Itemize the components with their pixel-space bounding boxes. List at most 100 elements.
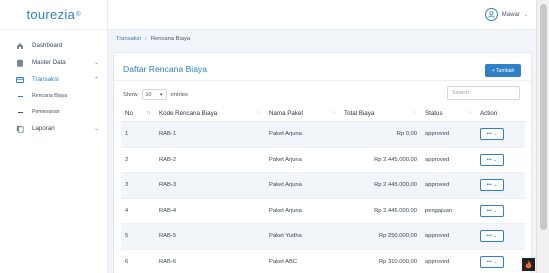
cell-paket: Paket Arjuna <box>269 182 302 189</box>
sidebar-item-label: Dashboard <box>32 42 63 49</box>
column-header-label: Action <box>480 109 498 117</box>
cell-no: 1 <box>125 131 129 138</box>
chevron-down-icon: ⌄ <box>493 131 498 138</box>
breadcrumb-link-transaksi[interactable]: Transaksi <box>116 36 141 42</box>
table-row: 4 RAB-4 Paket Arjuna Rp 2.445.000,00 pen… <box>121 199 525 224</box>
chevron-down-icon: ▾ <box>160 91 163 98</box>
cell-kode: RAB-4 <box>159 207 177 214</box>
chevron-down-icon: ⌄ <box>493 182 498 189</box>
cell-action: ••• ⌄ <box>476 122 525 147</box>
user-menu[interactable]: Mawar ⌄ <box>484 8 528 21</box>
breadcrumb-current: Rencana Biaya <box>150 36 191 42</box>
cell-status: approved <box>425 233 450 240</box>
column-header-paket[interactable]: Nama Paket ↑↓ <box>265 105 340 122</box>
cell-status: pengajuan <box>425 207 453 214</box>
sidebar-subitem-pemesanan[interactable]: Pemesanan <box>0 104 107 120</box>
column-header-label: Kode Rencana Biaya <box>159 109 218 117</box>
cell-paket: Paket ABC <box>269 258 298 265</box>
action-dropdown-button[interactable]: ••• ⌄ <box>480 153 504 166</box>
cell-kode: RAB-2 <box>159 156 177 163</box>
sort-icon: ↑↓ <box>256 110 261 116</box>
dash-icon <box>18 95 23 97</box>
search-input[interactable]: Search <box>447 86 520 100</box>
action-dropdown-button[interactable]: ••• ⌄ <box>480 179 504 192</box>
cell-kode: RAB-1 <box>159 131 177 138</box>
action-dropdown-button[interactable]: ••• ⌄ <box>480 255 504 268</box>
entries-label: entries <box>170 91 188 98</box>
action-dropdown-button[interactable]: ••• ⌄ <box>480 230 504 243</box>
sidebar-item-master-data[interactable]: Master Data ⌄ <box>0 54 107 71</box>
user-icon <box>484 8 498 21</box>
cell-paket: Paket Arjuna <box>269 207 302 214</box>
action-dropdown-label: ••• <box>486 131 492 138</box>
column-header-kode[interactable]: Kode Rencana Biaya ↑↓ <box>155 105 265 122</box>
page-scrollbar[interactable] <box>536 0 549 273</box>
rencana-biaya-card: Daftar Rencana Biaya + Tambah Show 10 ▾ … <box>113 52 532 273</box>
breadcrumb: Transaksi › Rencana Biaya <box>108 30 536 48</box>
cell-total: Rp 310.000,00 <box>378 258 417 265</box>
entries-value: 10 <box>145 91 152 98</box>
cell-action: ••• ⌄ <box>476 173 525 198</box>
cell-no: 6 <box>125 258 129 265</box>
add-button[interactable]: + Tambah <box>485 64 521 77</box>
action-dropdown-button[interactable]: ••• ⌄ <box>480 204 504 217</box>
action-dropdown-button[interactable]: ••• ⌄ <box>480 128 504 141</box>
column-header-status[interactable]: Status ↑↓ <box>421 105 476 122</box>
topbar: Mawar ⌄ <box>108 0 536 30</box>
chevron-down-icon: ⌄ <box>493 258 498 265</box>
cell-total: Rp 0,00 <box>396 131 417 138</box>
sort-icon: ↑↓ <box>146 110 151 116</box>
table-row: 3 RAB-3 Paket Arjuna Rp 2.445.000,00 app… <box>121 173 525 199</box>
cell-action: ••• ⌄ <box>476 199 525 224</box>
sidebar-item-transaksi[interactable]: Transaksi ⌃ <box>0 71 107 88</box>
sidebar-item-label: Master Data <box>32 59 66 66</box>
dash-icon <box>18 111 23 113</box>
column-header-label: Status <box>425 109 443 117</box>
card-icon <box>16 76 24 84</box>
cell-paket: Paket Arjuna <box>269 156 302 163</box>
sidebar-item-dashboard[interactable]: Dashboard <box>0 37 107 54</box>
home-icon <box>16 42 24 50</box>
column-header-label: No <box>125 109 133 117</box>
sort-icon: ↑↓ <box>331 110 336 116</box>
column-header-no[interactable]: No ↑↓ <box>121 105 155 122</box>
scrollbar-thumb[interactable] <box>540 4 547 230</box>
cell-no: 5 <box>125 233 129 240</box>
sidebar: tourezia ® Dashboard Master Data ⌄ Trans… <box>0 0 108 273</box>
table-header: No ↑↓ Kode Rencana Biaya ↑↓ Nama Paket ↑… <box>121 105 525 122</box>
chevron-down-icon: ⌄ <box>493 233 498 240</box>
sidebar-subitem-rencana-biaya[interactable]: Rencana Biaya <box>0 88 107 104</box>
copy-icon <box>16 125 24 133</box>
column-header-total[interactable]: Total Biaya ↑↓ <box>340 105 421 122</box>
cell-kode: RAB-6 <box>159 258 177 265</box>
brand-logo[interactable]: tourezia ® <box>0 0 107 30</box>
action-dropdown-label: ••• <box>486 156 492 163</box>
show-label: Show <box>123 91 138 98</box>
column-header-label: Total Biaya <box>344 109 375 117</box>
cell-no: 3 <box>125 182 129 189</box>
cell-paket: Paket Yudha <box>269 233 302 240</box>
card-divider <box>114 80 531 81</box>
rencana-biaya-table: No ↑↓ Kode Rencana Biaya ↑↓ Nama Paket ↑… <box>121 105 525 273</box>
flame-icon[interactable] <box>522 258 535 271</box>
cell-paket: Paket Arjuna <box>269 131 302 138</box>
sidebar-item-label: Laporan <box>32 125 55 132</box>
chevron-down-icon: ⌄ <box>523 11 528 18</box>
brand-name: tourezia <box>26 7 76 22</box>
brand-mark: ® <box>76 11 81 18</box>
action-dropdown-label: ••• <box>486 207 492 214</box>
cell-status: approved <box>425 131 450 138</box>
cell-status: approved <box>425 156 450 163</box>
page-title: Daftar Rencana Biaya <box>123 64 208 74</box>
entries-select[interactable]: 10 ▾ <box>141 89 167 100</box>
chevron-down-icon: ⌄ <box>93 60 99 66</box>
sidebar-item-label: Transaksi <box>32 76 59 83</box>
cell-no: 2 <box>125 156 129 163</box>
sort-icon: ↑↓ <box>412 110 417 116</box>
cell-kode: RAB-3 <box>159 182 177 189</box>
cell-status: approved <box>425 182 450 189</box>
sidebar-item-laporan[interactable]: Laporan ⌄ <box>0 120 107 137</box>
action-dropdown-label: ••• <box>486 258 492 265</box>
chevron-down-icon: ⌄ <box>493 156 498 163</box>
cell-status: approved <box>425 258 450 265</box>
